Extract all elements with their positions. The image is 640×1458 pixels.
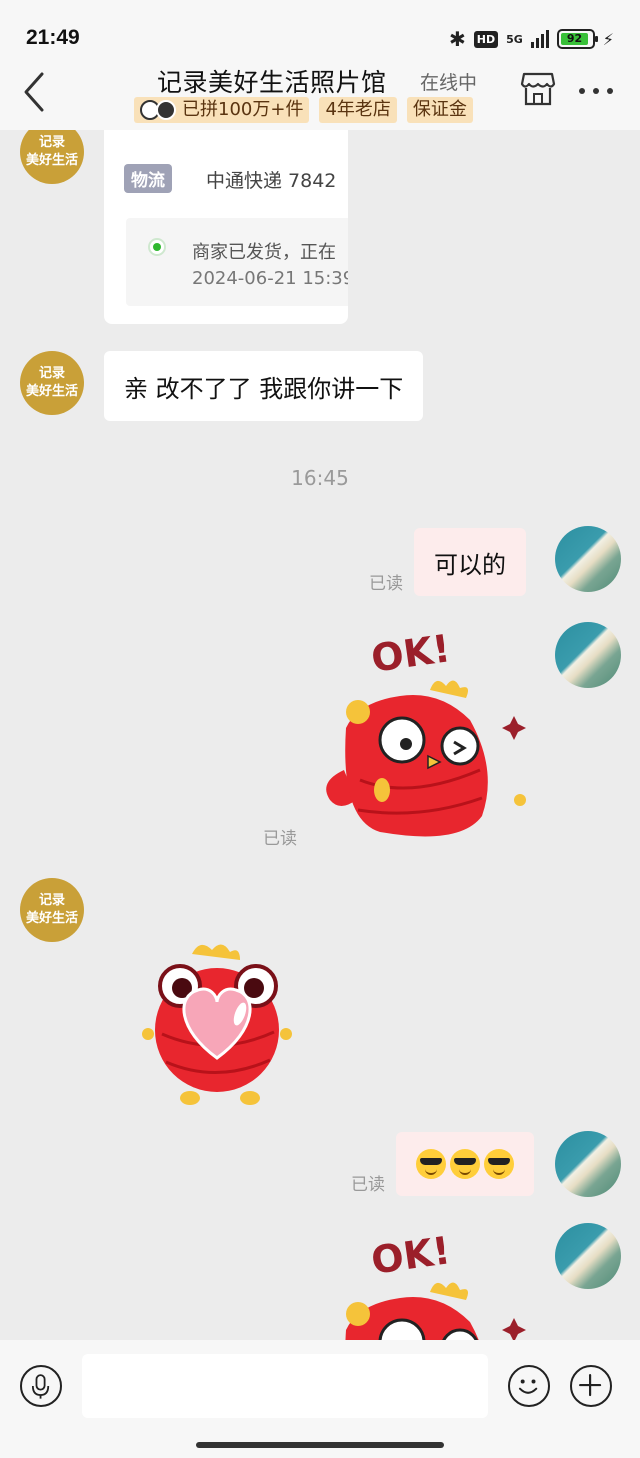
shop-avatar[interactable]: 记录 美好生活 [20,351,84,415]
input-bar [0,1340,640,1458]
battery-icon: 92 [556,29,598,49]
read-label: 已读 [369,574,403,594]
logistics-badge: 物流 [124,164,172,193]
logistics-card[interactable]: 物流 中通快递 7842 商家已发货，正在 2024-06-21 15:39 [104,130,348,324]
cool-emoji-icon [450,1149,480,1179]
logistics-detail: 商家已发货，正在 2024-06-21 15:39 [126,218,348,306]
ok-sticker[interactable]: OK! [310,1222,530,1340]
battery-level: 92 [560,33,589,45]
store-icon[interactable] [520,70,556,108]
cool-emoji-icon [484,1149,514,1179]
hd-icon: HD [473,30,499,48]
status-time: 21:49 [26,26,80,49]
years-tag: 4年老店 [319,97,397,123]
bluetooth-icon: ✱ [448,27,466,51]
logistics-time: 2024-06-21 15:39 [192,268,348,289]
network-type: 5G [506,32,523,46]
read-label: 已读 [263,829,297,849]
time-divider: 16:45 [291,466,349,490]
emoji-button[interactable] [508,1365,550,1407]
signal-icon [530,30,549,48]
logistics-carrier: 中通快递 7842 [206,170,337,192]
online-status: 在线中 [420,72,478,94]
chat-header: 记录美好生活照片馆 在线中 已拼100万+件 4年老店 保证金 [0,60,640,130]
plus-button[interactable] [570,1365,612,1407]
user-avatar[interactable] [555,1223,621,1289]
outgoing-message[interactable]: 可以的 [414,528,526,596]
message-text: 可以的 [434,550,506,579]
heart-sticker[interactable] [142,938,292,1108]
sales-tag-label: 已拼100万+件 [182,99,304,120]
shop-avatar[interactable]: 记录 美好生活 [20,130,84,184]
status-dot-icon [148,238,166,256]
shop-avatar[interactable]: 记录 美好生活 [20,878,84,942]
incoming-message[interactable]: 亲 改不了了 我跟你讲一下 [104,351,424,421]
logistics-status: 商家已发货，正在 [192,242,336,263]
user-avatar[interactable] [555,622,621,688]
sticker-text: OK! [369,1228,453,1283]
home-indicator[interactable] [196,1442,444,1448]
shop-tags: 已拼100万+件 4年老店 保证金 [134,97,473,123]
back-icon[interactable] [18,70,54,114]
message-input[interactable] [82,1354,488,1418]
ok-sticker[interactable]: OK! [310,620,530,845]
status-bar: 21:49 ✱ HD 5G 92 ⚡ [0,0,640,60]
status-icons: ✱ HD 5G 92 ⚡ [449,26,614,52]
cool-emoji-icon [416,1149,446,1179]
shop-logo-icon [140,99,178,121]
read-label: 已读 [351,1175,385,1195]
sales-tag: 已拼100万+件 [134,97,310,123]
message-text: 亲 改不了了 我跟你讲一下 [124,374,404,403]
deposit-tag: 保证金 [406,97,473,123]
voice-button[interactable] [20,1365,62,1407]
charging-icon: ⚡ [602,29,614,49]
sticker-text: OK! [369,626,453,681]
chat-messages[interactable]: 记录 美好生活 物流 中通快递 7842 商家已发货，正在 2024-06-21… [0,130,640,1340]
user-avatar[interactable] [555,1131,621,1197]
shop-title[interactable]: 记录美好生活照片馆 [157,63,387,99]
user-avatar[interactable] [555,526,621,592]
outgoing-emoji-message[interactable] [396,1132,534,1196]
more-icon[interactable] [576,76,616,106]
